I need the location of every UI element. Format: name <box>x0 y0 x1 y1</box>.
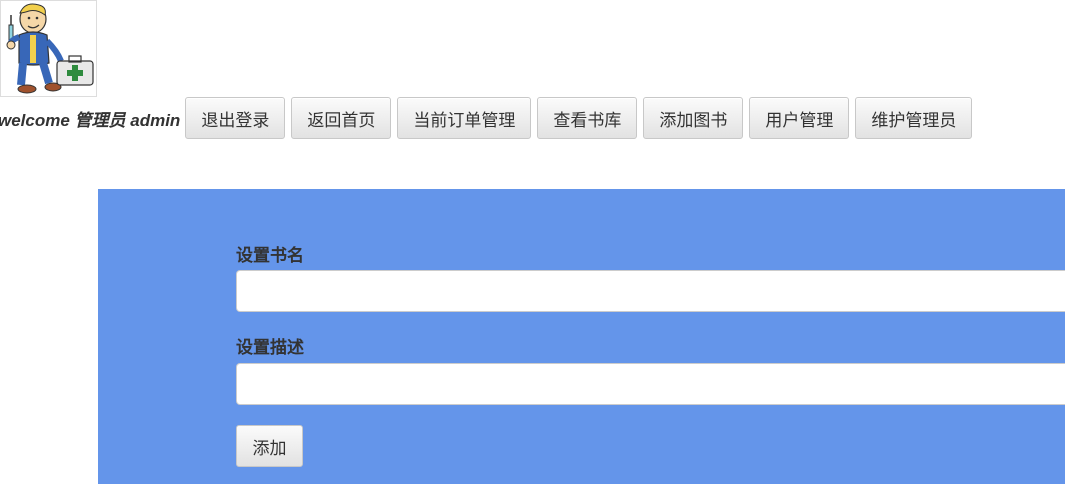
welcome-text: welcome 管理员 admin <box>0 110 181 130</box>
admin-maintenance-button[interactable]: 维护管理员 <box>855 97 973 139</box>
order-management-button[interactable]: 当前订单管理 <box>397 97 532 139</box>
submit-add-button[interactable]: 添加 <box>236 425 303 467</box>
avatar <box>0 0 97 97</box>
book-title-input[interactable] <box>236 270 1065 312</box>
vault-boy-medic-icon <box>6 3 94 94</box>
home-button[interactable]: 返回首页 <box>291 97 392 139</box>
view-library-button[interactable]: 查看书库 <box>537 97 638 139</box>
top-navbar: welcome 管理员 admin 退出登录 返回首页 当前订单管理 查看书库 … <box>0 97 978 139</box>
book-description-input[interactable] <box>236 363 1065 405</box>
add-book-button[interactable]: 添加图书 <box>643 97 744 139</box>
book-description-label: 设置描述 <box>236 338 304 358</box>
user-management-button[interactable]: 用户管理 <box>749 97 850 139</box>
add-book-form: 设置书名 设置描述 添加 <box>98 189 1065 484</box>
logout-button[interactable]: 退出登录 <box>185 97 286 139</box>
book-title-label: 设置书名 <box>236 246 304 266</box>
